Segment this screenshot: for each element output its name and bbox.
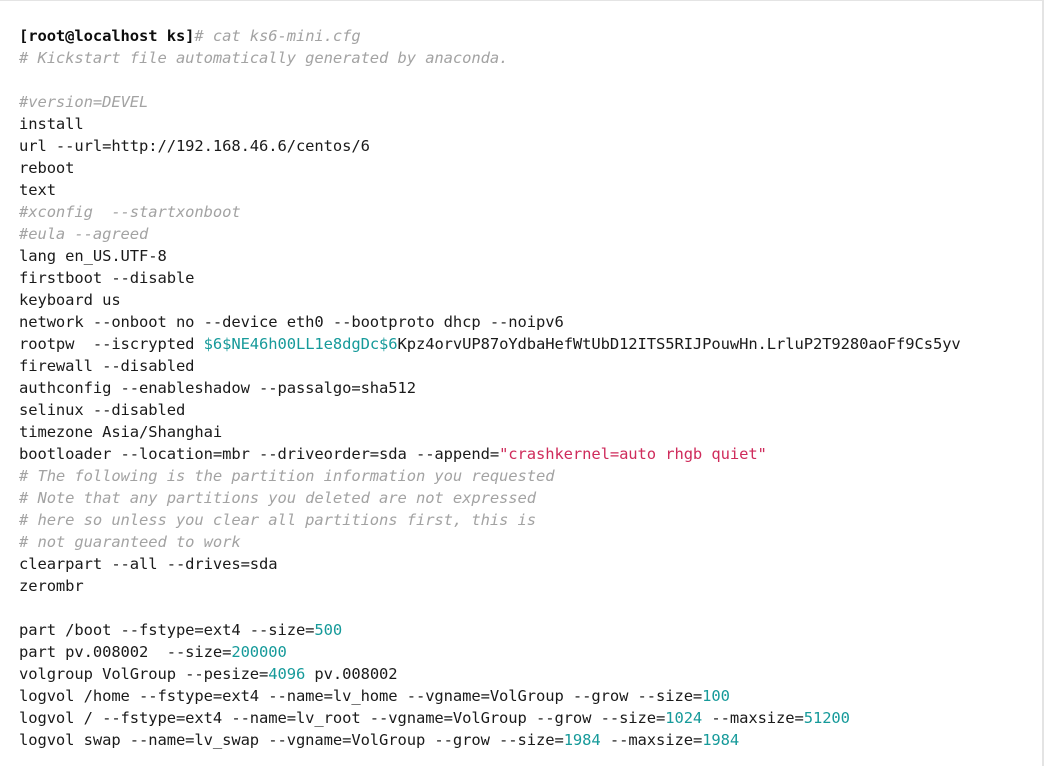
line-rootpw: rootpw --iscrypted $6$NE46h00LL1e8dgDc$6… xyxy=(19,333,1042,355)
line-selinux: selinux --disabled xyxy=(19,399,1042,421)
line-volgroup-token-0: volgroup VolGroup --pesize= xyxy=(19,665,269,683)
kickstart-config-output[interactable]: [root@localhost ks]# cat ks6-mini.cfg # K… xyxy=(19,25,1042,751)
line-part-boot-token-1: 500 xyxy=(314,621,343,639)
line-rootpw-token-0: rootpw --iscrypted xyxy=(19,335,204,353)
line-install-token-0: install xyxy=(19,115,84,133)
line-xconfig: #xconfig --startxonboot xyxy=(19,201,1042,223)
line-version: #version=DEVEL xyxy=(19,91,1042,113)
line-firewall: firewall --disabled xyxy=(19,355,1042,377)
line-part-comment-4-token-0: # not guaranteed to work xyxy=(19,533,241,551)
line-part-comment-1-token-0: # The following is the partition informa… xyxy=(19,467,555,485)
line-logvol-swap: logvol swap --name=lv_swap --vgname=VolG… xyxy=(19,729,1042,751)
line-logvol-home-token-0: logvol /home --fstype=ext4 --name=lv_hom… xyxy=(19,687,703,705)
line-url: url --url=http://192.168.46.6/centos/6 xyxy=(19,135,1042,157)
line-logvol-root: logvol / --fstype=ext4 --name=lv_root --… xyxy=(19,707,1042,729)
line-logvol-root-token-3: 51200 xyxy=(803,709,850,727)
line-timezone-token-0: timezone Asia/Shanghai xyxy=(19,423,223,441)
line-part-comment-2-token-0: # Note that any partitions you deleted a… xyxy=(19,489,536,507)
line-bootloader-token-1: "crashkernel=auto rhgb quiet" xyxy=(499,445,767,463)
line-volgroup: volgroup VolGroup --pesize=4096 pv.00800… xyxy=(19,663,1042,685)
line-bootloader-token-0: bootloader --location=mbr --driveorder=s… xyxy=(19,445,500,463)
line-logvol-root-token-0: logvol / --fstype=ext4 --name=lv_root --… xyxy=(19,709,666,727)
line-clearpart: clearpart --all --drives=sda xyxy=(19,553,1042,575)
line-zerombr: zerombr xyxy=(19,575,1042,597)
line-network: network --onboot no --device eth0 --boot… xyxy=(19,311,1042,333)
line-logvol-root-token-1: 1024 xyxy=(665,709,703,727)
line-blank-2 xyxy=(19,597,1042,619)
line-text: text xyxy=(19,179,1042,201)
line-url-token-0: url --url=http://192.168.46.6/centos/6 xyxy=(19,137,370,155)
line-logvol-home: logvol /home --fstype=ext4 --name=lv_hom… xyxy=(19,685,1042,707)
line-reboot: reboot xyxy=(19,157,1042,179)
line-header-comment: # Kickstart file automatically generated… xyxy=(19,47,1042,69)
line-authconfig: authconfig --enableshadow --passalgo=sha… xyxy=(19,377,1042,399)
line-part-comment-1: # The following is the partition informa… xyxy=(19,465,1042,487)
line-logvol-swap-token-0: logvol swap --name=lv_swap --vgname=VolG… xyxy=(19,731,564,749)
line-lang-token-0: lang en_US.UTF-8 xyxy=(19,247,167,265)
line-part-boot-token-0: part /boot --fstype=ext4 --size= xyxy=(19,621,315,639)
line-part-comment-3-token-0: # here so unless you clear all partition… xyxy=(19,511,536,529)
line-install: install xyxy=(19,113,1042,135)
line-firewall-token-0: firewall --disabled xyxy=(19,357,195,375)
terminal-window: [root@localhost ks]# cat ks6-mini.cfg # K… xyxy=(0,0,1044,766)
line-keyboard: keyboard us xyxy=(19,289,1042,311)
line-blank-1 xyxy=(19,69,1042,91)
line-part-comment-2: # Note that any partitions you deleted a… xyxy=(19,487,1042,509)
line-network-token-0: network --onboot no --device eth0 --boot… xyxy=(19,313,564,331)
line-prompt: [root@localhost ks]# cat ks6-mini.cfg xyxy=(19,25,1042,47)
line-part-boot: part /boot --fstype=ext4 --size=500 xyxy=(19,619,1042,641)
line-logvol-root-token-2: --maxsize= xyxy=(702,709,804,727)
line-bootloader: bootloader --location=mbr --driveorder=s… xyxy=(19,443,1042,465)
line-prompt-token-1: # cat ks6-mini.cfg xyxy=(194,27,361,45)
line-keyboard-token-0: keyboard us xyxy=(19,291,121,309)
line-header-comment-token-0: # Kickstart file automatically generated… xyxy=(19,49,509,67)
line-part-pv-token-0: part pv.008002 --size= xyxy=(19,643,232,661)
line-rootpw-token-1: $6$NE46h00LL1e8dgDc$6 xyxy=(203,335,398,353)
line-zerombr-token-0: zerombr xyxy=(19,577,84,595)
line-part-comment-4: # not guaranteed to work xyxy=(19,531,1042,553)
line-prompt-token-0: [root@localhost ks] xyxy=(19,27,195,45)
line-volgroup-token-1: 4096 xyxy=(268,665,306,683)
line-firstboot-token-0: firstboot --disable xyxy=(19,269,195,287)
line-eula: #eula --agreed xyxy=(19,223,1042,245)
line-part-pv: part pv.008002 --size=200000 xyxy=(19,641,1042,663)
line-clearpart-token-0: clearpart --all --drives=sda xyxy=(19,555,278,573)
line-version-token-0: #version=DEVEL xyxy=(19,93,149,111)
line-text-token-0: text xyxy=(19,181,56,199)
line-logvol-swap-token-3: 1984 xyxy=(702,731,740,749)
line-timezone: timezone Asia/Shanghai xyxy=(19,421,1042,443)
line-eula-token-0: #eula --agreed xyxy=(19,225,149,243)
line-logvol-swap-token-2: --maxsize= xyxy=(600,731,703,749)
line-selinux-token-0: selinux --disabled xyxy=(19,401,186,419)
line-part-pv-token-1: 200000 xyxy=(231,643,287,661)
line-logvol-home-token-1: 100 xyxy=(702,687,730,705)
line-firstboot: firstboot --disable xyxy=(19,267,1042,289)
line-reboot-token-0: reboot xyxy=(19,159,75,177)
line-logvol-swap-token-1: 1984 xyxy=(563,731,601,749)
line-part-comment-3: # here so unless you clear all partition… xyxy=(19,509,1042,531)
line-xconfig-token-0: #xconfig --startxonboot xyxy=(19,203,241,221)
line-lang: lang en_US.UTF-8 xyxy=(19,245,1042,267)
line-volgroup-token-2: pv.008002 xyxy=(305,665,398,683)
line-authconfig-token-0: authconfig --enableshadow --passalgo=sha… xyxy=(19,379,416,397)
line-rootpw-token-2: Kpz4orvUP87oYdbaHefWtUbD12ITS5RIJPouwHn.… xyxy=(397,335,961,353)
